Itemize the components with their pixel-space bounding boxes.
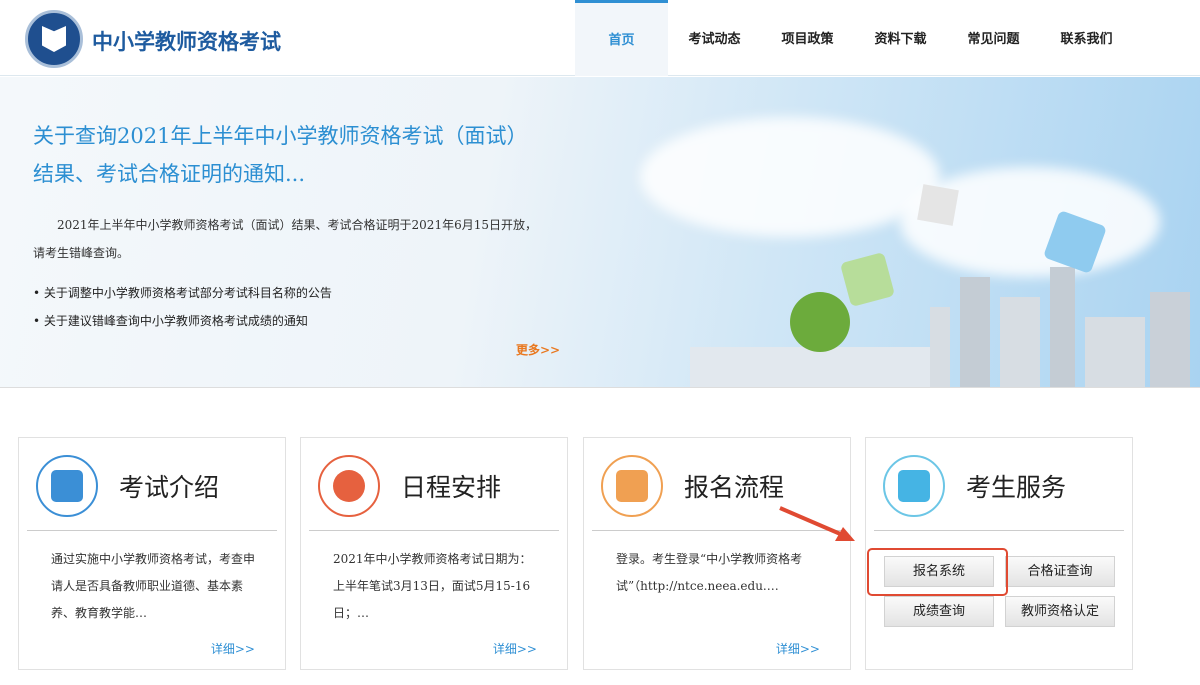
more-link[interactable]: 更多>> xyxy=(516,341,560,358)
card-title: 考试介绍 xyxy=(119,473,220,502)
header: 中小学教师资格考试 首页 考试动态 项目政策 资料下载 常见问题 联系我们 xyxy=(0,0,1200,76)
teacher-qualification-button[interactable]: 教师资格认定 xyxy=(1005,596,1115,627)
logo[interactable] xyxy=(25,10,83,68)
building-decoration xyxy=(930,307,950,387)
building-decoration xyxy=(1085,317,1145,387)
main-nav: 首页 考试动态 项目政策 资料下载 常见问题 联系我们 xyxy=(575,0,1133,76)
score-query-button[interactable]: 成绩查询 xyxy=(884,596,994,627)
news-list: 关于调整中小学教师资格考试部分考试科目名称的公告 关于建议错峰查询中小学教师资格… xyxy=(33,279,332,335)
nav-faq[interactable]: 常见问题 xyxy=(947,0,1040,76)
card-text: 2021年中小学教师资格考试日期为：上半年笔试3月13日，面试5月15-16日；… xyxy=(333,552,532,620)
highlight-box xyxy=(867,548,1008,596)
divider xyxy=(27,530,277,531)
card-schedule: 日程安排 2021年中小学教师资格考试日期为：上半年笔试3月13日，面试5月15… xyxy=(300,437,568,670)
card-exam-intro: 考试介绍 通过实施中小学教师资格考试，考查申请人是否具备教师职业道德、基本素养、… xyxy=(18,437,286,670)
building-decoration xyxy=(1150,292,1190,387)
nav-exam-news[interactable]: 考试动态 xyxy=(668,0,761,76)
site-title[interactable]: 中小学教师资格考试 xyxy=(92,26,281,56)
card-title: 日程安排 xyxy=(401,473,502,502)
nav-contact[interactable]: 联系我们 xyxy=(1040,0,1133,76)
news-link[interactable]: 关于调整中小学教师资格考试部分考试科目名称的公告 xyxy=(33,279,332,307)
red-arrow-annotation xyxy=(779,506,855,541)
details-link[interactable]: 详细>> xyxy=(211,640,255,657)
building-decoration xyxy=(1050,267,1075,387)
cube-decoration xyxy=(839,251,896,308)
divider xyxy=(874,530,1124,531)
headline-link[interactable]: 关于查询2021年上半年中小学教师资格考试（面试）结果、考试合格证明的通知... xyxy=(33,117,533,193)
building-decoration xyxy=(1000,297,1040,387)
certificate-query-button[interactable]: 合格证查询 xyxy=(1005,556,1115,587)
building-decoration xyxy=(690,347,930,387)
checkmark-icon xyxy=(318,455,380,517)
nav-home[interactable]: 首页 xyxy=(575,0,668,76)
card-title: 考生服务 xyxy=(966,473,1067,502)
cloud-decoration xyxy=(640,117,940,237)
details-link[interactable]: 详细>> xyxy=(776,640,820,657)
card-text: 登录。考生登录“中小学教师资格考试”（http://ntce.neea.edu.… xyxy=(616,552,803,593)
card-text: 通过实施中小学教师资格考试，考查申请人是否具备教师职业道德、基本素养、教育教学能… xyxy=(51,552,256,620)
nav-downloads[interactable]: 资料下载 xyxy=(854,0,947,76)
document-edit-icon xyxy=(36,455,98,517)
building-decoration xyxy=(960,277,990,387)
news-link[interactable]: 关于建议错峰查询中小学教师资格考试成绩的通知 xyxy=(33,307,332,335)
headline-summary: 2021年上半年中小学教师资格考试（面试）结果、考试合格证明于2021年6月15… xyxy=(33,218,537,260)
card-title: 报名流程 xyxy=(684,473,785,502)
cube-decoration xyxy=(917,184,959,226)
contact-book-icon xyxy=(883,455,945,517)
details-link[interactable]: 详细>> xyxy=(493,640,537,657)
form-edit-icon xyxy=(601,455,663,517)
divider xyxy=(309,530,559,531)
nav-policy[interactable]: 项目政策 xyxy=(761,0,854,76)
card-registration-process: 报名流程 登录。考生登录“中小学教师资格考试”（http://ntce.neea… xyxy=(583,437,851,670)
tree-decoration xyxy=(790,292,850,352)
banner: 关于查询2021年上半年中小学教师资格考试（面试）结果、考试合格证明的通知...… xyxy=(0,77,1200,388)
